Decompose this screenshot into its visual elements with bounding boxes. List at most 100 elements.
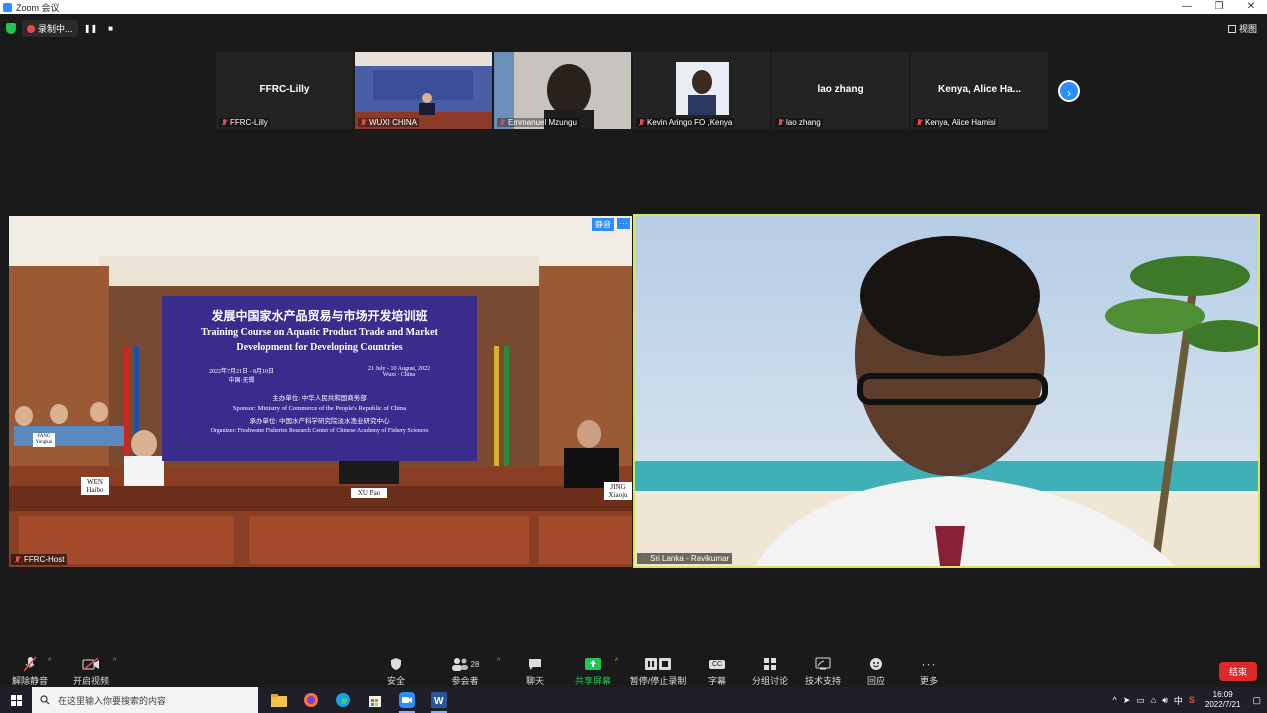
share-caret-icon[interactable]: ^ [615, 658, 618, 665]
participant-thumbnail[interactable]: FFRC-Lilly FFRC-Lilly [216, 52, 353, 129]
pause-stop-icon [645, 658, 671, 670]
unmute-label: 解除静音 [11, 676, 48, 686]
meeting-topbar: 录制中... ❚❚ ■ [6, 20, 118, 37]
start-button[interactable] [0, 687, 32, 713]
participant-label: FFRC-Lilly [219, 118, 270, 127]
view-label: 视图 [1238, 24, 1257, 34]
participant-thumbnail[interactable]: Kenya, Alice Ha... Kenya, Alice Hamisi [911, 52, 1048, 129]
tech-support-button[interactable]: 技术支持 [793, 654, 853, 687]
tray-network-icon[interactable]: ⌂ [1151, 695, 1156, 705]
participant-thumbnail[interactable]: WUXI CHINA [355, 52, 492, 129]
view-button[interactable]: 视图 [1227, 22, 1257, 35]
tray-location-icon[interactable]: ➤ [1123, 695, 1131, 706]
participants-caret-icon[interactable]: ^ [497, 658, 500, 665]
share-screen-button[interactable]: 共享屏幕 [563, 654, 623, 687]
chat-label: 聊天 [525, 676, 544, 686]
ime-indicator[interactable]: 中 [1174, 694, 1183, 707]
more-label: 更多 [919, 676, 938, 686]
end-meeting-button[interactable]: 结束 [1218, 662, 1257, 681]
participant-label: lao zhang [775, 118, 823, 127]
windows-logo-icon [10, 694, 22, 706]
mic-muted-icon [638, 118, 645, 127]
tray-volume-icon[interactable]: 🔊︎ [1162, 695, 1168, 706]
next-page-arrow-icon[interactable]: › [1058, 80, 1080, 102]
participant-name-center: Kenya, Alice Ha... [938, 84, 1021, 95]
windows-taskbar: 在这里输入你要搜索的内容 W ^ ➤ ▭ ⌂ 🔊︎ 中 S 16:09 2022… [0, 687, 1267, 713]
tray-app-icon[interactable]: S [1189, 695, 1195, 705]
participant-name-center: lao zhang [817, 84, 864, 95]
window-titlebar: Zoom 会议 — ❐ ✕ [0, 0, 1267, 14]
beach-background-scene [635, 216, 1258, 566]
video-label-text: Sri Lanka - Ravikumar [650, 554, 730, 563]
more-button[interactable]: ··· 更多 [899, 654, 959, 687]
mic-muted-icon [360, 118, 367, 127]
main-video-left[interactable]: 发展中国家水产品贸易与市场开发培训班 Training Course on Aq… [9, 216, 632, 567]
start-video-button[interactable]: 开启视频 [61, 654, 121, 687]
minimize-button[interactable]: — [1171, 0, 1203, 14]
captions-icon: CC [708, 659, 726, 669]
main-video-right[interactable]: Sri Lanka - Ravikumar [633, 214, 1260, 568]
pause-recording-button[interactable]: ❚❚ [84, 23, 98, 35]
banner-host-cn: 主办单位: 中华人民共和国商务部 [272, 395, 367, 402]
video-label-text: FFRC-Host [24, 555, 65, 564]
mic-muted-icon [221, 118, 228, 127]
participant-label-text: WUXI CHINA [369, 118, 417, 127]
banner-date-cn: 2022年7月21日 - 8月10日 [208, 369, 274, 375]
firefox-icon[interactable] [300, 689, 322, 711]
edge-icon[interactable] [332, 689, 354, 711]
close-button[interactable]: ✕ [1235, 0, 1267, 14]
notification-icon[interactable]: ▢ [1252, 695, 1261, 706]
taskbar-clock[interactable]: 16:09 2022/7/21 [1205, 690, 1241, 710]
participant-label-text: lao zhang [786, 118, 821, 127]
mic-muted-icon [916, 118, 923, 127]
chat-button[interactable]: 聊天 [505, 654, 565, 687]
file-explorer-icon[interactable] [268, 689, 290, 711]
restore-button[interactable]: ❐ [1203, 0, 1235, 14]
tray-up-arrow-icon[interactable]: ^ [1112, 695, 1116, 705]
taskbar-search[interactable]: 在这里输入你要搜索的内容 [32, 687, 258, 713]
breakout-rooms-button[interactable]: 分组讨论 [740, 654, 800, 687]
svg-text:W: W [434, 696, 444, 707]
banner-dates: 2022年7月21日 - 8月10日 中国·无锡 21 July - 10 Aug… [162, 366, 477, 384]
tray-folder-icon[interactable]: ▭ [1136, 695, 1145, 706]
audio-options-caret-icon[interactable]: ^ [48, 658, 51, 665]
video-off-icon [82, 657, 99, 671]
participants-button[interactable]: 28 参会者 [435, 654, 495, 687]
mic-muted-icon [23, 656, 37, 672]
word-app-icon[interactable]: W [428, 689, 450, 713]
store-icon[interactable] [364, 689, 386, 711]
pause-stop-recording-button[interactable]: 暂停/停止录制 [628, 654, 688, 687]
nameplate-jing: JING Xiaoju [604, 482, 632, 500]
banner-cn-title: 发展中国家水产品贸易与市场开发培训班 [211, 309, 428, 323]
security-shield-icon[interactable] [6, 23, 16, 34]
stop-recording-button[interactable]: ■ [104, 23, 118, 35]
chat-icon [529, 659, 541, 670]
participant-thumbnail[interactable]: lao zhang lao zhang [772, 52, 909, 129]
breakout-rooms-label: 分组讨论 [751, 676, 788, 686]
mute-tag[interactable]: 静音 [592, 218, 614, 231]
participant-thumbnail[interactable]: Emmanuel Mzungu [494, 52, 631, 129]
captions-button[interactable]: CC 字幕 [687, 654, 747, 687]
video-more-button[interactable]: ··· [617, 218, 630, 229]
training-course-banner: 发展中国家水产品贸易与市场开发培训班 Training Course on Aq… [162, 296, 477, 461]
reactions-button[interactable]: 回应 [846, 654, 906, 687]
mic-muted-icon [14, 555, 21, 564]
start-video-label: 开启视频 [72, 676, 109, 686]
security-button[interactable]: 安全 [366, 654, 426, 687]
video-label: Sri Lanka - Ravikumar [637, 553, 733, 564]
tech-support-icon [815, 657, 831, 670]
nameplate-fang: FANG Yongkai [33, 433, 55, 447]
participant-name-center: FFRC-Lilly [259, 84, 310, 95]
tech-support-label: 技术支持 [804, 676, 841, 686]
taskbar-apps: W [268, 689, 450, 713]
banner-sponsor-en: Sponsor: Ministry of Commerce of the Peo… [232, 405, 407, 412]
zoom-app-icon[interactable] [396, 689, 418, 713]
participant-label: Emmanuel Mzungu [497, 118, 579, 127]
meeting-toolbar: 解除静音 ^ 开启视频 ^ 安全 28 参会者 ^ 聊天 共享屏幕 ^ 暂停/停… [0, 654, 1267, 687]
nameplate-wen: WEN Haibo [81, 477, 109, 495]
participant-thumbnail[interactable]: Kevin Aringo FO ,Kenya [633, 52, 770, 129]
video-options-caret-icon[interactable]: ^ [113, 658, 116, 665]
share-screen-icon [585, 658, 601, 670]
participants-label: 参会者 [451, 676, 479, 686]
banner-en-title-2: Development for Developing Countries [236, 342, 403, 353]
